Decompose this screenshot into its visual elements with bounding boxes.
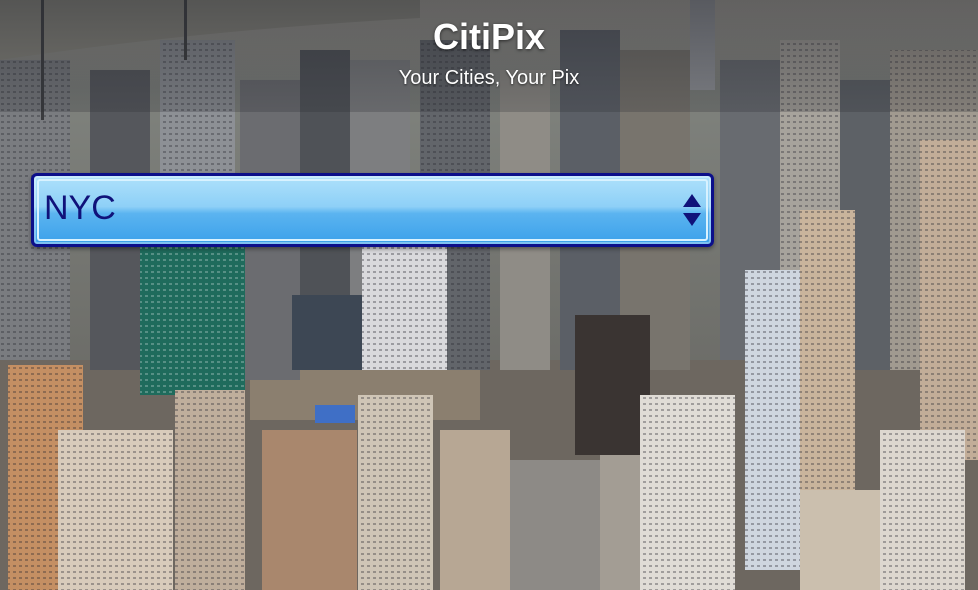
city-select-inner-border xyxy=(37,179,708,241)
city-select[interactable]: NYC xyxy=(31,173,714,247)
app-title: CitiPix xyxy=(432,16,546,57)
app-header: CitiPix Your Cities, Your Pix xyxy=(0,0,978,112)
city-select-value: NYC xyxy=(44,189,116,227)
app-subtitle: Your Cities, Your Pix xyxy=(398,67,580,89)
up-down-arrows-icon xyxy=(681,192,703,228)
